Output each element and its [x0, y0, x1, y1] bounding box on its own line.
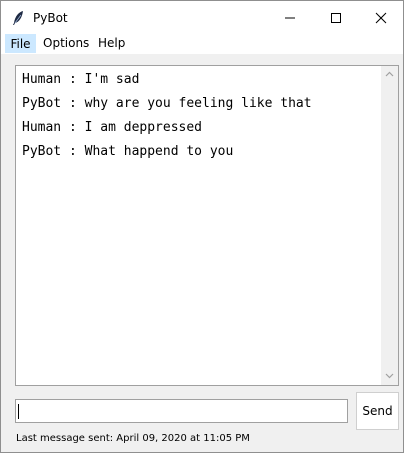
chat-message: Human : I'm sad — [22, 72, 140, 87]
chat-log[interactable]: Human : I'm sad PyBot : why are you feel… — [15, 65, 399, 386]
app-window: PyBot File Options Help Human : I'm sad … — [0, 0, 404, 453]
text-caret — [18, 404, 19, 419]
maximize-icon — [331, 13, 341, 23]
menu-options[interactable]: Options — [38, 34, 94, 53]
chevron-up-icon — [385, 71, 394, 77]
chat-message: PyBot : What happend to you — [22, 144, 234, 159]
chat-message: PyBot : why are you feeling like that — [22, 96, 312, 111]
chat-message: Human : I am deppressed — [22, 120, 203, 135]
menu-bar: File Options Help — [1, 34, 403, 54]
window-title: PyBot — [33, 11, 68, 25]
maximize-button[interactable] — [313, 1, 359, 34]
close-button[interactable] — [358, 1, 403, 34]
menu-file[interactable]: File — [5, 34, 36, 53]
chevron-down-icon — [385, 373, 394, 379]
close-icon — [375, 12, 387, 24]
chat-scrollbar[interactable] — [381, 66, 398, 385]
menu-help[interactable]: Help — [93, 34, 130, 53]
status-message: Last message sent: April 09, 2020 at 11:… — [16, 433, 250, 444]
feather-icon — [11, 10, 25, 26]
minimize-button[interactable] — [267, 1, 313, 34]
send-button[interactable]: Send — [356, 392, 399, 430]
message-input[interactable] — [15, 399, 348, 423]
minimize-icon — [285, 17, 295, 19]
scroll-up-button[interactable] — [381, 66, 398, 83]
scroll-down-button[interactable] — [381, 368, 398, 385]
title-bar[interactable]: PyBot — [1, 1, 403, 34]
